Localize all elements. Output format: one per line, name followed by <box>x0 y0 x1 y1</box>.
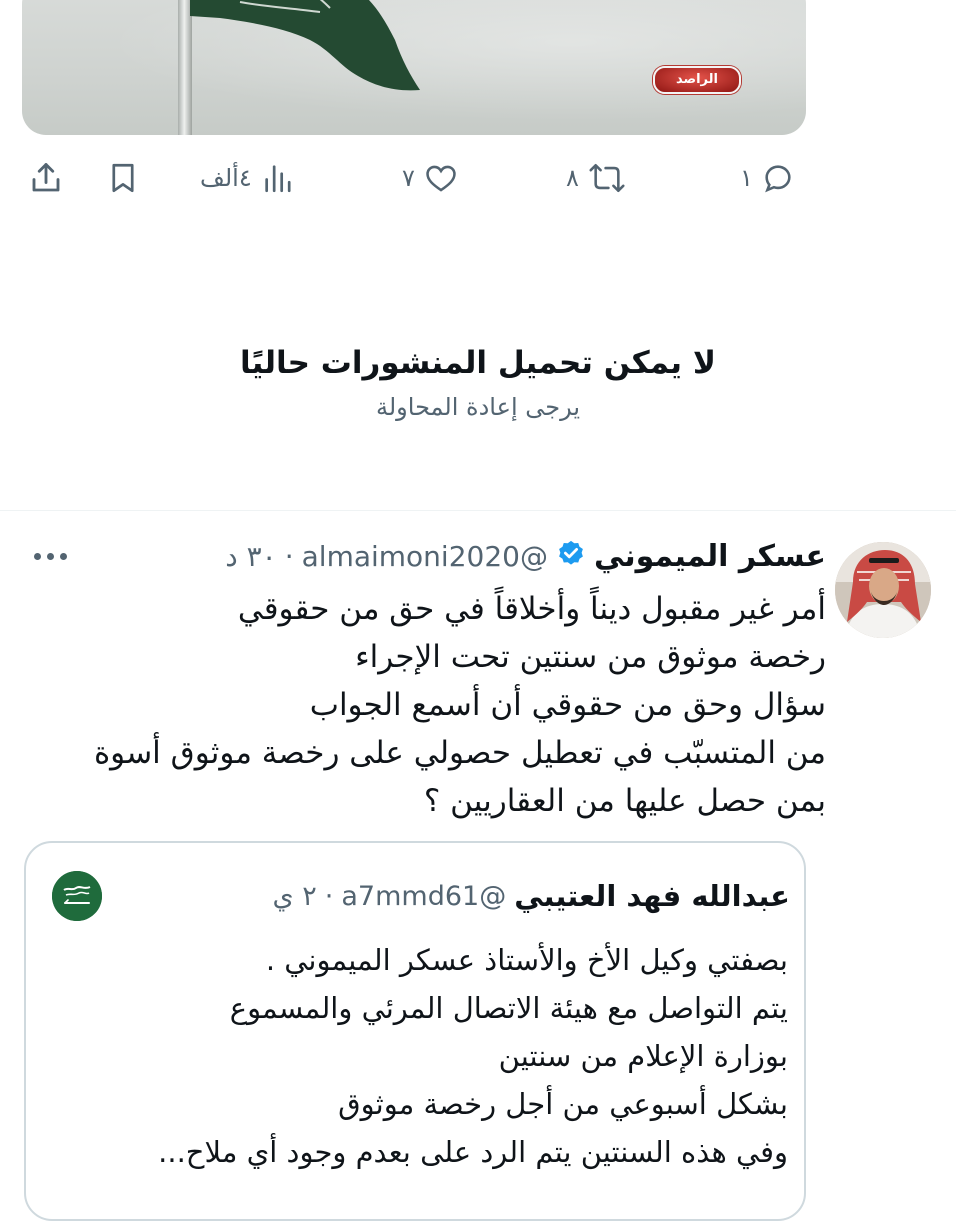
author-name[interactable]: عسكر الميموني <box>594 539 826 574</box>
tweet-header: عسكر الميموني @almaimoni2020 · ٣٠ د <box>225 528 826 584</box>
channel-logo: الراصد <box>653 66 741 94</box>
retweet-icon <box>587 161 627 195</box>
like-button[interactable]: ٧ <box>402 150 459 206</box>
views-button[interactable]: ٤ألف <box>200 150 296 206</box>
dot <box>46 552 54 560</box>
like-count: ٧ <box>402 164 415 192</box>
quoted-author-handle[interactable]: @a7mmd61 <box>341 881 506 912</box>
quoted-author-name[interactable]: عبدالله فهد العتيبي <box>514 879 790 913</box>
views-count: ٤ألف <box>200 164 252 192</box>
quoted-tweet-header: عبدالله فهد العتيبي @a7mmd61 · ٢ ي <box>273 870 790 922</box>
quoted-tweet-time[interactable]: ٢ ي <box>273 881 317 912</box>
quoted-line: بوزارة الإعلام من سنتين <box>498 1039 788 1073</box>
analytics-icon <box>260 161 296 195</box>
saudi-flag-image <box>190 0 420 91</box>
bookmark-button[interactable] <box>106 150 140 206</box>
reply-icon <box>761 161 795 195</box>
more-options-icon[interactable] <box>24 540 76 572</box>
quoted-line: بشكل أسبوعي من أجل رخصة موثوق <box>338 1087 788 1121</box>
retweet-count: ٨ <box>566 164 579 192</box>
divider <box>0 510 956 511</box>
share-icon <box>28 160 64 196</box>
quoted-line: بصفتي وكيل الأخ والأستاذ عسكر الميموني . <box>265 943 788 977</box>
error-subtitle: يرجى إعادة المحاولة <box>375 393 580 421</box>
heart-icon <box>423 161 459 195</box>
retweet-button[interactable]: ٨ <box>566 150 627 206</box>
author-handle[interactable]: @almaimoni2020 <box>302 540 548 573</box>
tweet-time[interactable]: ٣٠ د <box>225 540 276 573</box>
media-thumbnail[interactable]: الراصد <box>22 0 806 135</box>
separator-dot: · <box>324 880 334 912</box>
tweet-line: أمر غير مقبول ديناً وأخلاقاً في حق من حق… <box>237 591 826 627</box>
tweet-line: بمن حصل عليها من العقاريين ؟ <box>423 783 826 819</box>
error-title: لا يمكن تحميل المنشورات حاليًا <box>240 345 716 381</box>
tweet-line: سؤال وحق من حقوقي أن أسمع الجواب <box>309 687 826 723</box>
bookmark-icon <box>106 161 140 195</box>
verified-badge-icon <box>556 539 586 573</box>
reply-count: ١ <box>740 164 753 192</box>
tweet-line: رخصة موثوق من سنتين تحت الإجراء <box>355 639 826 675</box>
avatar-image <box>835 542 931 638</box>
quoted-avatar[interactable] <box>52 871 102 921</box>
tweet-line: من المتسبّب في تعطيل حصولي على رخصة موثو… <box>93 735 826 771</box>
tweet-action-bar: ١ ٨ ٧ ٤ألف <box>0 150 956 206</box>
dot <box>33 552 41 560</box>
reply-button[interactable]: ١ <box>740 150 795 206</box>
share-button[interactable] <box>28 150 64 206</box>
quoted-tweet-body: بصفتي وكيل الأخ والأستاذ عسكر الميموني .… <box>48 936 788 1176</box>
separator-dot: · <box>284 539 294 573</box>
dot <box>59 552 67 560</box>
quoted-line: يتم التواصل مع هيئة الاتصال المرئي والمس… <box>229 991 788 1025</box>
saudi-flag-icon <box>52 871 102 921</box>
tweet-body: أمر غير مقبول ديناً وأخلاقاً في حق من حق… <box>26 585 826 825</box>
quoted-line: وفي هذه السنتين يتم الرد على بعدم وجود أ… <box>158 1135 788 1169</box>
avatar[interactable] <box>835 542 931 638</box>
